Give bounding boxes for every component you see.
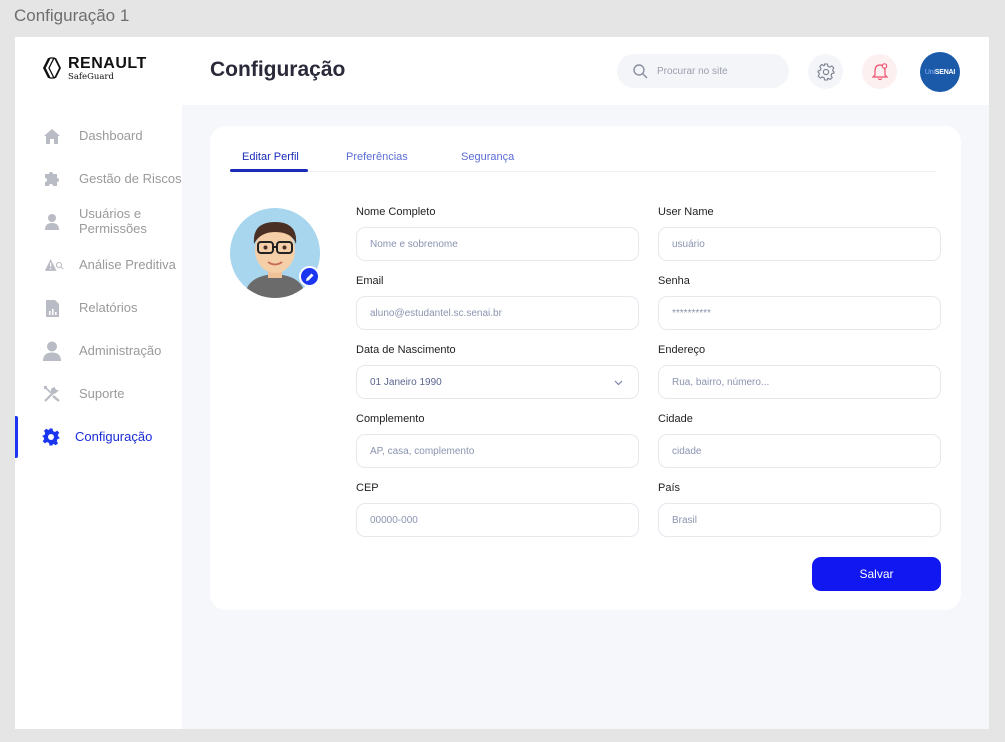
app-window: RENAULT SafeGuard Dashboard Gestão de Ri… [15, 37, 989, 729]
cep-label: CEP [356, 482, 379, 494]
user-name-input[interactable] [672, 238, 940, 250]
nome-completo-input[interactable] [370, 238, 638, 250]
sidebar-item-relatorios[interactable]: Relatórios [15, 290, 182, 326]
senha-label: Senha [658, 275, 690, 287]
search-input[interactable] [657, 65, 767, 77]
search-icon [633, 64, 648, 79]
pais-input[interactable] [672, 514, 940, 526]
search-bar[interactable] [617, 54, 789, 88]
settings-button[interactable] [808, 54, 843, 89]
gear-icon [816, 62, 835, 81]
brand-name: RENAULT [68, 55, 147, 72]
edit-avatar-button[interactable] [299, 266, 320, 287]
sidebar-item-configuracao[interactable]: Configuração [15, 419, 182, 455]
warning-search-icon [44, 255, 64, 275]
sidebar-item-label: Configuração [75, 428, 153, 444]
senha-field[interactable] [658, 296, 941, 330]
admin-icon [42, 341, 62, 361]
pencil-icon [305, 273, 313, 281]
sidebar-item-label: Gestão de Riscos [79, 170, 182, 186]
sidebar-item-administracao[interactable]: Administração [15, 333, 182, 369]
bell-icon [871, 62, 888, 80]
sidebar: RENAULT SafeGuard Dashboard Gestão de Ri… [15, 37, 182, 729]
puzzle-icon [42, 169, 62, 189]
tools-icon [42, 384, 62, 404]
logo-text-senai: SENAI [934, 68, 956, 76]
cidade-label: Cidade [658, 413, 693, 425]
nome-completo-field[interactable] [356, 227, 639, 261]
user-name-field[interactable] [658, 227, 941, 261]
home-icon [42, 126, 62, 146]
nome-completo-label: Nome Completo [356, 206, 436, 218]
complemento-label: Complemento [356, 413, 425, 425]
data-nascimento-value: 01 Janeiro 1990 [370, 376, 442, 388]
endereco-field[interactable] [658, 365, 941, 399]
endereco-input[interactable] [672, 376, 940, 388]
unisenai-logo: UniSENAI [924, 68, 956, 76]
email-field[interactable] [356, 296, 639, 330]
save-button[interactable]: Salvar [812, 557, 941, 591]
active-tab-underline [230, 169, 308, 172]
chevron-down-icon [614, 380, 623, 386]
sidebar-item-label: Dashboard [79, 127, 143, 143]
sidebar-item-label: Relatórios [79, 299, 138, 315]
gear-icon [41, 427, 61, 447]
sidebar-item-label: Análise Preditiva [79, 256, 176, 272]
sidebar-item-label: Suporte [79, 385, 125, 401]
settings-card: Editar Perfil Preferências Segurança Nom… [210, 126, 961, 610]
sidebar-item-suporte[interactable]: Suporte [15, 376, 182, 412]
complemento-field[interactable] [356, 434, 639, 468]
page-title: Configuração [210, 58, 346, 81]
pais-field[interactable] [658, 503, 941, 537]
cidade-input[interactable] [672, 445, 940, 457]
cidade-field[interactable] [658, 434, 941, 468]
logo-text-uni: Uni [924, 68, 935, 76]
complemento-input[interactable] [370, 445, 638, 457]
sidebar-item-usuarios[interactable]: Usuários e Permissões [15, 204, 182, 240]
endereco-label: Endereço [658, 344, 706, 356]
pais-label: País [658, 482, 681, 494]
data-nascimento-label: Data de Nascimento [356, 344, 456, 356]
sidebar-item-analise-preditiva[interactable]: Análise Preditiva [15, 247, 182, 283]
brand-logo[interactable]: RENAULT SafeGuard [42, 56, 147, 82]
sidebar-item-dashboard[interactable]: Dashboard [15, 118, 182, 154]
sidebar-item-label: Administração [79, 342, 162, 358]
user-name-label: User Name [658, 206, 714, 218]
tab-editar-perfil[interactable]: Editar Perfil [242, 151, 299, 163]
email-input[interactable] [370, 307, 638, 319]
cep-input[interactable] [370, 514, 638, 526]
tab-seguranca[interactable]: Segurança [461, 151, 514, 163]
data-nascimento-select[interactable]: 01 Janeiro 1990 [356, 365, 639, 399]
senha-input[interactable] [672, 307, 940, 319]
tab-preferencias[interactable]: Preferências [346, 151, 408, 163]
notifications-button[interactable] [862, 54, 897, 89]
sidebar-item-gestao-riscos[interactable]: Gestão de Riscos [15, 161, 182, 197]
cep-field[interactable] [356, 503, 639, 537]
user-avatar-button[interactable]: UniSENAI [920, 52, 960, 92]
tab-bar: Editar Perfil Preferências Segurança [230, 126, 936, 172]
sidebar-item-label: Usuários e Permissões [79, 206, 147, 236]
report-icon [42, 298, 62, 318]
frame-title: Configuração 1 [14, 6, 130, 25]
brand-subtitle: SafeGuard [68, 72, 114, 82]
user-icon [42, 212, 62, 232]
top-header: Configuração UniSENAI [182, 37, 989, 105]
renault-diamond-icon [43, 57, 61, 79]
email-label: Email [356, 275, 384, 287]
